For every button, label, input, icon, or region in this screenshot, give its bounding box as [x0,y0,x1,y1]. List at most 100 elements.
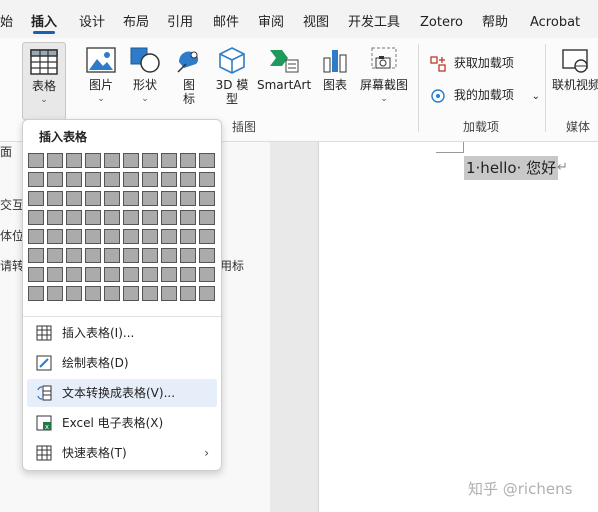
table-grid-cell[interactable] [104,248,120,263]
table-grid-cell[interactable] [47,172,63,187]
screenshot-button[interactable]: 屏幕截图 ⌄ [358,46,410,106]
table-grid-cell[interactable] [180,153,196,168]
table-grid-cell[interactable] [66,191,82,206]
get-addins-button[interactable]: 获取加载项 [430,54,514,72]
table-grid-cell[interactable] [199,267,215,282]
table-grid-cell[interactable] [180,191,196,206]
table-button[interactable]: 表格 ⌄ [22,42,66,120]
tab-acrobat[interactable]: Acrobat [530,0,580,38]
table-grid-cell[interactable] [161,286,177,301]
table-grid-cell[interactable] [66,172,82,187]
table-grid-cell[interactable] [199,286,215,301]
table-grid-cell[interactable] [142,248,158,263]
table-grid-cell[interactable] [28,210,44,225]
table-grid-cell[interactable] [85,191,101,206]
excel-spreadsheet-item[interactable]: x Excel 电子表格(X) [27,409,217,437]
table-grid-cell[interactable] [28,229,44,244]
table-grid-cell[interactable] [142,229,158,244]
table-grid-cell[interactable] [199,248,215,263]
table-grid-cell[interactable] [161,191,177,206]
tab-developer[interactable]: 开发工具 [348,0,400,38]
quick-tables-item[interactable]: 快速表格(T) › [27,439,217,467]
table-grid-cell[interactable] [199,153,215,168]
table-grid-cell[interactable] [66,229,82,244]
table-grid-cell[interactable] [142,267,158,282]
table-grid-cell[interactable] [180,267,196,282]
tab-help[interactable]: 帮助 [482,0,508,38]
table-grid-cell[interactable] [180,286,196,301]
table-grid-cell[interactable] [199,210,215,225]
table-grid-cell[interactable] [28,153,44,168]
table-grid-cell[interactable] [123,172,139,187]
table-grid-cell[interactable] [47,191,63,206]
table-grid-cell[interactable] [85,210,101,225]
table-grid-cell[interactable] [47,153,63,168]
shapes-button[interactable]: 形状 ⌄ [128,46,162,106]
table-grid-cell[interactable] [180,248,196,263]
table-grid-cell[interactable] [66,248,82,263]
table-grid-cell[interactable] [104,286,120,301]
tab-references[interactable]: 引用 [167,0,193,38]
table-grid-cell[interactable] [180,229,196,244]
online-video-button[interactable]: 联机视频 [552,46,598,92]
table-grid-cell[interactable] [47,267,63,282]
table-grid-cell[interactable] [104,229,120,244]
table-grid-cell[interactable] [123,191,139,206]
document-page[interactable] [318,142,598,512]
table-grid-cell[interactable] [161,248,177,263]
table-grid-cell[interactable] [123,153,139,168]
table-grid-cell[interactable] [66,210,82,225]
table-grid-cell[interactable] [161,153,177,168]
table-grid-cell[interactable] [104,267,120,282]
table-grid-cell[interactable] [161,229,177,244]
table-grid-cell[interactable] [85,267,101,282]
table-grid-cell[interactable] [104,191,120,206]
table-grid-cell[interactable] [161,172,177,187]
table-grid-cell[interactable] [85,229,101,244]
tab-home[interactable]: 始 [0,0,13,38]
table-grid-cell[interactable] [123,229,139,244]
table-grid-cell[interactable] [123,248,139,263]
table-grid-cell[interactable] [66,153,82,168]
tab-mailings[interactable]: 邮件 [213,0,239,38]
tab-design[interactable]: 设计 [79,0,105,38]
selected-text[interactable]: 1·hello· 您好 [464,156,559,180]
table-grid-cell[interactable] [199,172,215,187]
table-grid-cell[interactable] [161,267,177,282]
table-grid-cell[interactable] [47,248,63,263]
3d-models-button[interactable]: 3D 模 型 [214,46,250,106]
table-grid-cell[interactable] [142,191,158,206]
tab-view[interactable]: 视图 [303,0,329,38]
tab-insert[interactable]: 插入 [31,0,57,38]
tab-review[interactable]: 审阅 [258,0,284,38]
table-grid-cell[interactable] [104,153,120,168]
table-grid-cell[interactable] [28,191,44,206]
table-grid-cell[interactable] [47,210,63,225]
table-grid-cell[interactable] [142,172,158,187]
table-grid-cell[interactable] [104,210,120,225]
table-grid-cell[interactable] [123,267,139,282]
table-grid-cell[interactable] [85,172,101,187]
icons-button[interactable]: 图 标 [174,46,204,106]
table-size-grid[interactable] [28,153,218,305]
table-grid-cell[interactable] [142,210,158,225]
tab-zotero[interactable]: Zotero [420,0,463,38]
picture-button[interactable]: 图片 ⌄ [84,46,118,106]
table-grid-cell[interactable] [199,191,215,206]
draw-table-item[interactable]: 绘制表格(D) [27,349,217,377]
table-grid-cell[interactable] [104,172,120,187]
convert-text-to-table-item[interactable]: 文本转换成表格(V)... [27,379,217,407]
table-grid-cell[interactable] [161,210,177,225]
table-grid-cell[interactable] [28,267,44,282]
table-grid-cell[interactable] [180,210,196,225]
table-grid-cell[interactable] [123,286,139,301]
table-grid-cell[interactable] [28,248,44,263]
table-grid-cell[interactable] [28,286,44,301]
table-grid-cell[interactable] [85,248,101,263]
table-grid-cell[interactable] [47,229,63,244]
insert-table-item[interactable]: 插入表格(I)... [27,319,217,347]
chart-button[interactable]: 图表 [320,46,350,92]
table-grid-cell[interactable] [142,153,158,168]
table-grid-cell[interactable] [47,286,63,301]
table-grid-cell[interactable] [66,286,82,301]
